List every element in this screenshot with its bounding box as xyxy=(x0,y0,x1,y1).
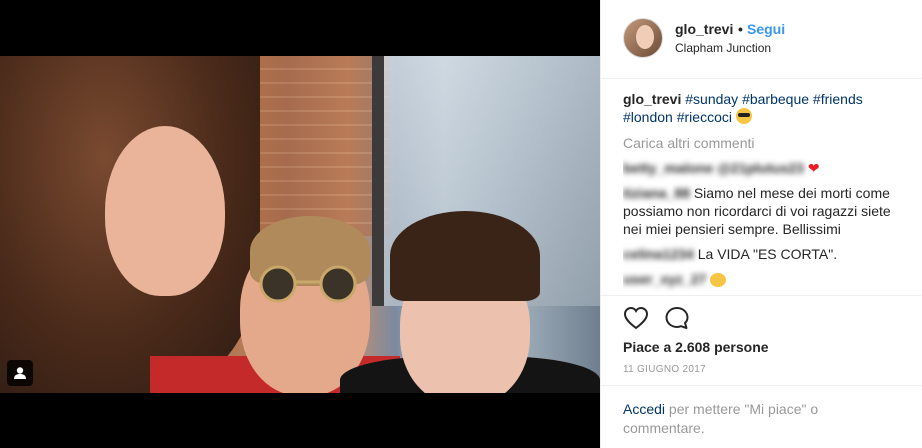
heart-outline-icon[interactable] xyxy=(623,306,649,330)
tagged-users-icon[interactable] xyxy=(7,360,33,386)
window-frame xyxy=(372,56,384,306)
post-photo[interactable] xyxy=(0,56,600,393)
login-prompt-text: Accedi per mettere "Mi piace" o commenta… xyxy=(623,400,903,438)
post-header: glo_trevi • Segui Clapham Junction xyxy=(601,0,922,79)
man-dark-hair xyxy=(390,211,540,301)
post-media xyxy=(0,0,600,448)
caption: glo_trevi #sunday #barbeque #friends #lo… xyxy=(623,90,903,126)
yellow-emoji-icon xyxy=(710,273,727,288)
person-icon xyxy=(14,367,26,379)
login-link[interactable]: Accedi xyxy=(623,401,665,417)
speech-bubble-icon[interactable] xyxy=(664,306,690,330)
comment-username[interactable]: betty_malone xyxy=(623,160,713,176)
hashtag-friends[interactable]: #friends xyxy=(813,91,863,107)
comment-item: betty_malone @21plutus23 ❤ xyxy=(623,159,903,177)
separator-dot: • xyxy=(738,21,743,37)
brick-wall xyxy=(240,56,390,236)
hashtag-rieccoci[interactable]: #rieccoci xyxy=(677,109,732,125)
sunglasses-emoji-icon xyxy=(735,108,752,124)
comment-text: La VIDA "ES CORTA". xyxy=(697,246,838,262)
comment-username[interactable]: user_xyz_27 xyxy=(623,271,706,287)
header-username[interactable]: glo_trevi xyxy=(675,21,733,37)
comment-item-partial: user_xyz_27 xyxy=(623,270,903,288)
comment-username[interactable]: tiziana_88 xyxy=(623,185,690,201)
hashtag-london[interactable]: #london xyxy=(623,109,673,125)
login-prompt: Accedi per mettere "Mi piace" o commenta… xyxy=(601,385,922,448)
comment-item: celina1234 La VIDA "ES CORTA". xyxy=(623,245,903,263)
red-heart-icon: ❤ xyxy=(807,160,820,176)
likes-count[interactable]: Piace a 2.608 persone xyxy=(623,339,769,355)
comments-section: glo_trevi #sunday #barbeque #friends #lo… xyxy=(623,90,903,295)
woman-face xyxy=(105,126,225,296)
post-actions: Piace a 2.608 persone 11 GIUGNO 2017 xyxy=(601,295,922,386)
caption-username[interactable]: glo_trevi xyxy=(623,91,681,107)
location-link[interactable]: Clapham Junction xyxy=(675,41,771,55)
avatar[interactable] xyxy=(623,18,663,58)
post-sidebar: glo_trevi • Segui Clapham Junction glo_t… xyxy=(600,0,922,448)
sunglasses-graphic xyxy=(259,265,357,303)
load-more-comments-button[interactable]: Carica altri commenti xyxy=(623,134,903,152)
post-date[interactable]: 11 GIUGNO 2017 xyxy=(623,364,706,375)
hashtag-sunday[interactable]: #sunday xyxy=(685,91,738,107)
hashtag-barbeque[interactable]: #barbeque xyxy=(742,91,809,107)
follow-button[interactable]: Segui xyxy=(747,21,785,37)
comment-item: tiziana_88 Siamo nel mese dei morti come… xyxy=(623,184,903,238)
comment-username[interactable]: celina1234 xyxy=(623,246,694,262)
comment-mention: @21plutus23 xyxy=(717,160,804,176)
